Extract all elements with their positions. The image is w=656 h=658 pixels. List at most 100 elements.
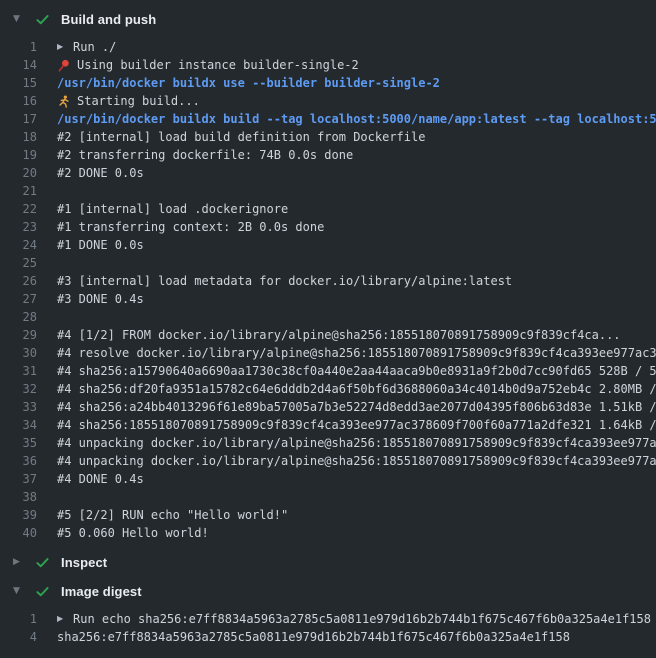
log-line: 22 #1 [internal] load .dockerignore (0, 200, 656, 218)
log-content: #3 [internal] load metadata for docker.i… (57, 272, 512, 290)
log-content: #1 [internal] load .dockerignore (57, 200, 288, 218)
log-content: #5 0.060 Hello world! (57, 524, 209, 542)
log-text: sha256:e7ff8834a5963a2785c5a0811e979d16b… (57, 628, 570, 646)
pushpin-icon (57, 59, 77, 72)
log-lines-build-and-push: 1 ▶Run ./ 14 Using builder instance builder… (0, 38, 656, 542)
log-text: #4 sha256:a24bb4013296f61e89ba57005a7b3e… (57, 398, 656, 416)
section-title: Image digest (61, 584, 142, 599)
log-text: Starting build... (77, 92, 200, 110)
log-content: Starting build... (57, 92, 200, 110)
line-number[interactable]: 1 (0, 38, 37, 56)
line-number[interactable]: 26 (0, 272, 37, 290)
log-text: Using builder instance builder-single-2 (77, 56, 359, 74)
log-text: #4 sha256:185518070891758909c9f839cf4ca3… (57, 416, 656, 434)
line-number[interactable]: 19 (0, 146, 37, 164)
line-number[interactable]: 28 (0, 308, 37, 326)
line-number[interactable]: 30 (0, 344, 37, 362)
log-text: #3 DONE 0.4s (57, 290, 144, 308)
line-number[interactable]: 40 (0, 524, 37, 542)
log-line: 26 #3 [internal] load metadata for docker… (0, 272, 656, 290)
log-line: 17/usr/bin/docker buildx build --tag loc… (0, 110, 656, 128)
line-number[interactable]: 22 (0, 200, 37, 218)
log-content: Using builder instance builder-single-2 (57, 56, 359, 74)
log-content: #5 [2/2] RUN echo "Hello world!" (57, 506, 288, 524)
line-number[interactable]: 15 (0, 74, 37, 92)
log-content: #1 transferring context: 2B 0.0s done (57, 218, 324, 236)
chevron-down-icon[interactable]: ▼ (13, 15, 35, 24)
log-text: #4 [1/2] FROM docker.io/library/alpine@s… (57, 326, 621, 344)
line-number[interactable]: 29 (0, 326, 37, 344)
section-title: Build and push (61, 12, 156, 27)
log-content: #4 sha256:a24bb4013296f61e89ba57005a7b3e… (57, 398, 656, 416)
line-number[interactable]: 39 (0, 506, 37, 524)
line-number[interactable]: 17 (0, 110, 37, 128)
log-text: #2 DONE 0.0s (57, 164, 144, 182)
log-text: #4 unpacking docker.io/library/alpine@sh… (57, 434, 656, 452)
log-content: /usr/bin/docker buildx use --builder bui… (57, 74, 440, 92)
section-header-image-digest[interactable]: ▼ Image digest (0, 577, 656, 606)
log-line: 25 (0, 254, 656, 272)
log-text: #4 sha256:a15790640a6690aa1730c38cf0a440… (57, 362, 656, 380)
line-number[interactable]: 21 (0, 182, 37, 200)
line-number[interactable]: 35 (0, 434, 37, 452)
log-content: #3 DONE 0.4s (57, 290, 144, 308)
log-text: #2 transferring dockerfile: 74B 0.0s don… (57, 146, 353, 164)
line-number[interactable]: 33 (0, 398, 37, 416)
log-text: /usr/bin/docker buildx build --tag local… (57, 110, 656, 128)
log-line: 4 sha256:e7ff8834a5963a2785c5a0811e979d16… (0, 628, 656, 646)
line-number[interactable]: 27 (0, 290, 37, 308)
line-number[interactable]: 14 (0, 56, 37, 74)
line-number[interactable]: 18 (0, 128, 37, 146)
line-number[interactable]: 34 (0, 416, 37, 434)
log-line: 34 #4 sha256:185518070891758909c9f839cf4c… (0, 416, 656, 434)
log-content: #2 DONE 0.0s (57, 164, 144, 182)
expand-group-icon[interactable]: ▶ (57, 610, 73, 628)
log-content: #4 sha256:df20fa9351a15782c64e6dddb2d4a6… (57, 380, 656, 398)
log-content: /usr/bin/docker buildx build --tag local… (57, 110, 656, 128)
log-line: 28 (0, 308, 656, 326)
chevron-right-icon[interactable]: ▶ (13, 558, 35, 567)
log-content: ▶Run ./ (57, 38, 116, 56)
line-number[interactable]: 24 (0, 236, 37, 254)
line-number[interactable]: 16 (0, 92, 37, 110)
log-line: 23 #1 transferring context: 2B 0.0s done (0, 218, 656, 236)
log-line: 33 #4 sha256:a24bb4013296f61e89ba57005a7b… (0, 398, 656, 416)
line-number[interactable]: 36 (0, 452, 37, 470)
log-content: #4 unpacking docker.io/library/alpine@sh… (57, 434, 656, 452)
log-line: 40 #5 0.060 Hello world! (0, 524, 656, 542)
line-number[interactable]: 38 (0, 488, 37, 506)
log-text: #5 [2/2] RUN echo "Hello world!" (57, 506, 288, 524)
expand-group-icon[interactable]: ▶ (57, 38, 73, 56)
line-number[interactable]: 37 (0, 470, 37, 488)
log-content: #4 [1/2] FROM docker.io/library/alpine@s… (57, 326, 621, 344)
log-text: #4 resolve docker.io/library/alpine@sha2… (57, 344, 656, 362)
line-number[interactable]: 31 (0, 362, 37, 380)
line-number[interactable]: 32 (0, 380, 37, 398)
log-text: #4 sha256:df20fa9351a15782c64e6dddb2d4a6… (57, 380, 656, 398)
section-header-inspect[interactable]: ▶ Inspect (0, 548, 656, 577)
line-number[interactable]: 1 (0, 610, 37, 628)
line-number[interactable]: 23 (0, 218, 37, 236)
log-line: 37 #4 DONE 0.4s (0, 470, 656, 488)
log-text: #4 unpacking docker.io/library/alpine@sh… (57, 452, 656, 470)
log-text: #1 transferring context: 2B 0.0s done (57, 218, 324, 236)
log-line: 29 #4 [1/2] FROM docker.io/library/alpine… (0, 326, 656, 344)
log-text: #1 DONE 0.0s (57, 236, 144, 254)
log-text: #4 DONE 0.4s (57, 470, 144, 488)
chevron-down-icon[interactable]: ▼ (13, 587, 35, 596)
log-content: #4 unpacking docker.io/library/alpine@sh… (57, 452, 656, 470)
log-content: #2 [internal] load build definition from… (57, 128, 425, 146)
line-number[interactable]: 4 (0, 628, 37, 646)
section-title: Inspect (61, 555, 107, 570)
line-number[interactable]: 25 (0, 254, 37, 272)
log-line: 38 (0, 488, 656, 506)
log-line: 39 #5 [2/2] RUN echo "Hello world!" (0, 506, 656, 524)
check-icon (35, 555, 61, 570)
log-line: 20 #2 DONE 0.0s (0, 164, 656, 182)
log-line: 35 #4 unpacking docker.io/library/alpine@… (0, 434, 656, 452)
check-icon (35, 584, 61, 599)
line-number[interactable]: 20 (0, 164, 37, 182)
check-icon (35, 12, 61, 27)
log-content: sha256:e7ff8834a5963a2785c5a0811e979d16b… (57, 628, 570, 646)
section-header-build-and-push[interactable]: ▼ Build and push (0, 5, 656, 34)
